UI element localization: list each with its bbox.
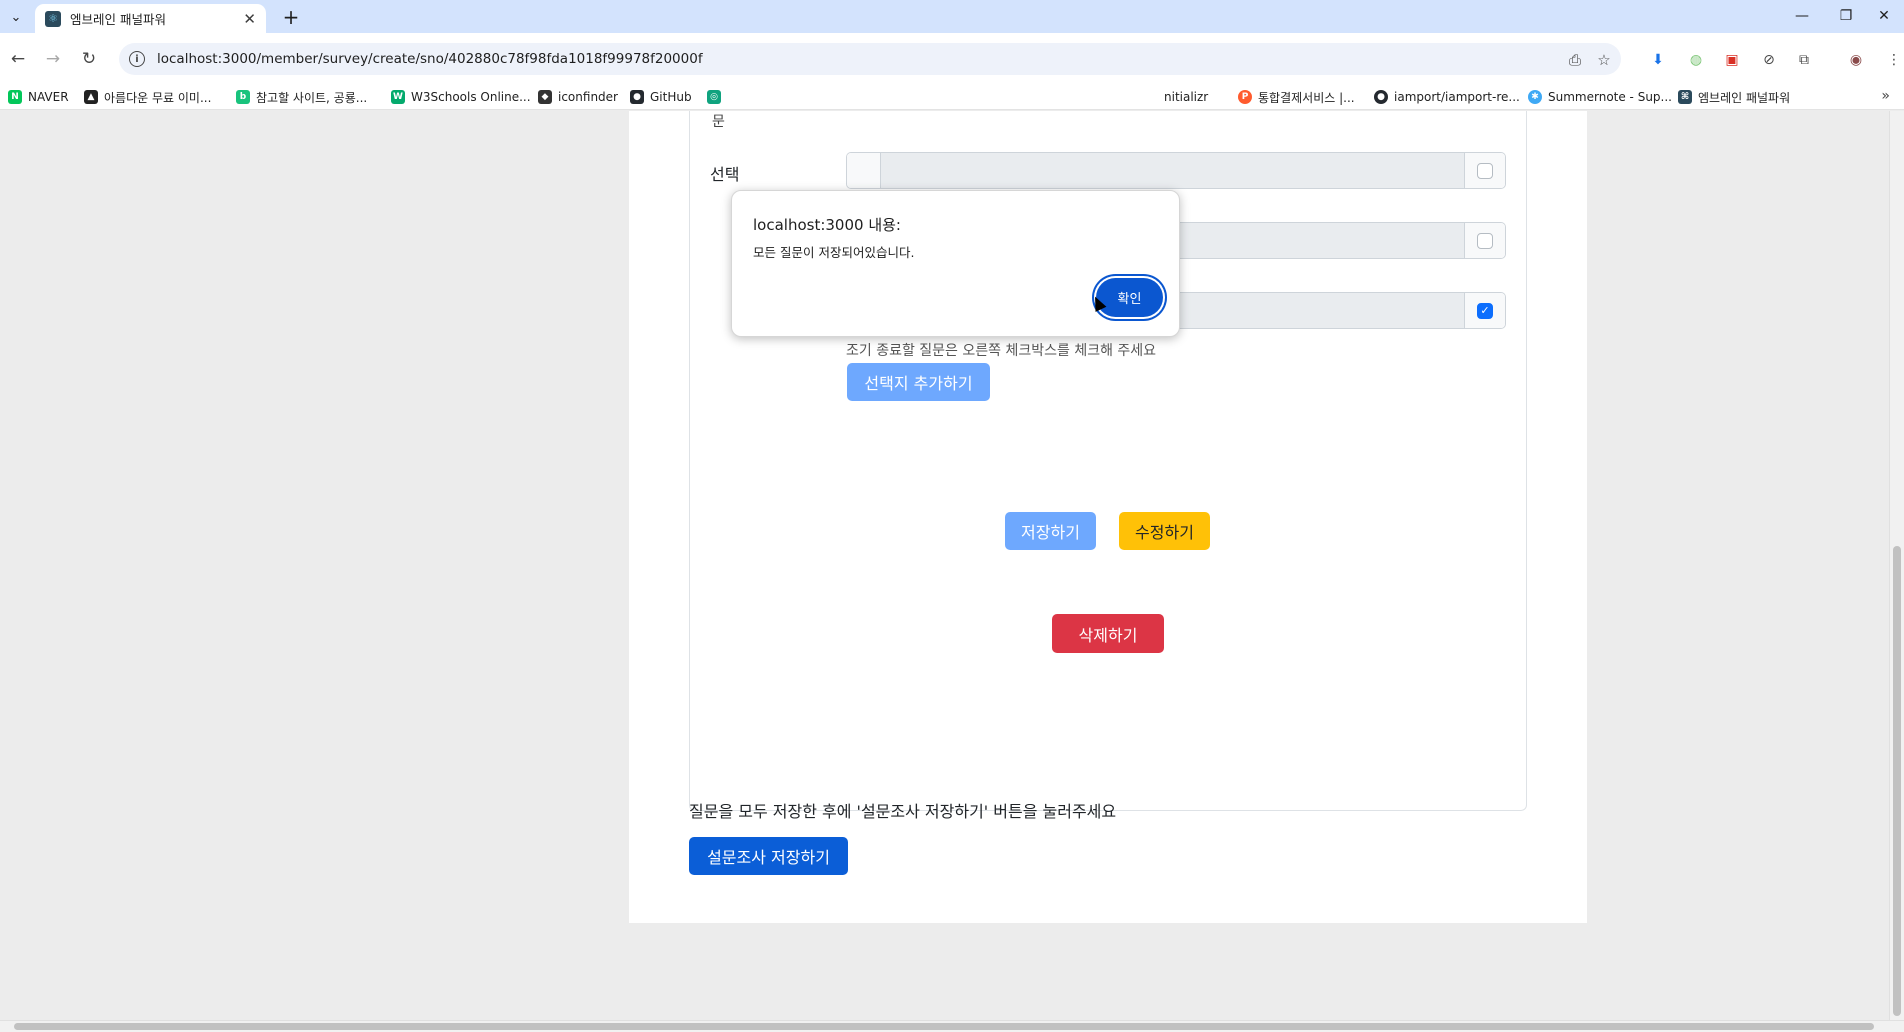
page-viewport: 문 선택 조기 종료할 질문은 오른쪽 체크박스를 체크해 주세요 2 배 조기… xyxy=(0,111,1904,1020)
extensions-puzzle-icon[interactable]: ⧉ xyxy=(1794,50,1814,70)
add-option-button[interactable]: 선택지 추가하기 xyxy=(847,363,990,401)
download-extension-icon[interactable]: ⬇ xyxy=(1648,50,1668,70)
new-tab-icon[interactable]: + xyxy=(279,5,303,29)
more-bookmarks-icon[interactable]: » xyxy=(1881,88,1890,104)
bookmark-item[interactable]: N NAVER xyxy=(8,88,69,106)
portone-icon: P xyxy=(1238,90,1252,104)
bookmark-item[interactable]: b 참고할 사이트, 공룡... xyxy=(236,88,367,106)
github-icon: ● xyxy=(630,90,644,104)
url-text: localhost:3000/member/survey/create/sno/… xyxy=(157,51,703,67)
site-favicon-icon: ⚛ xyxy=(45,10,61,27)
forward-icon[interactable]: → xyxy=(40,46,66,72)
bookmark-item[interactable]: ◆ iconfinder xyxy=(538,88,618,106)
bookmark-star-icon[interactable]: ☆ xyxy=(1594,50,1614,70)
w3schools-icon: W xyxy=(391,90,405,104)
tab-strip: ⌄ ⚛ 엠브레인 패널파워 ✕ + — ❐ ✕ xyxy=(0,0,1904,33)
extension-icon[interactable]: ◍ xyxy=(1686,50,1706,70)
iconfinder-icon: ◆ xyxy=(538,90,552,104)
delete-question-button[interactable]: 삭제하기 xyxy=(1052,614,1164,653)
bookmark-item[interactable]: ✱ Summernote - Sup... xyxy=(1528,88,1672,106)
bookmark-item[interactable]: nitializr xyxy=(1164,88,1208,106)
early-exit-checkbox[interactable] xyxy=(1477,162,1493,179)
close-tab-icon[interactable]: ✕ xyxy=(243,10,256,28)
horizontal-scroll-thumb[interactable] xyxy=(14,1023,1874,1030)
alert-dialog: localhost:3000 내용: 모든 질문이 저장되어있습니다. 확인 xyxy=(731,190,1180,337)
question-label-partial: 문 xyxy=(712,114,725,130)
option-hint: 조기 종료할 질문은 오른쪽 체크박스를 체크해 주세요 xyxy=(846,343,1157,359)
browser-toolbar: ← → ↻ i localhost:3000/member/survey/cre… xyxy=(0,33,1904,85)
vertical-scroll-thumb[interactable] xyxy=(1893,546,1901,1016)
early-exit-checkbox[interactable] xyxy=(1477,232,1493,249)
options-label: 선택 xyxy=(710,165,740,184)
horizontal-scrollbar[interactable] xyxy=(0,1020,1904,1032)
dialog-ok-button[interactable]: 확인 xyxy=(1096,278,1163,317)
install-app-icon[interactable]: ⎙ xyxy=(1565,50,1585,70)
close-window-icon[interactable]: ✕ xyxy=(1862,4,1904,28)
edit-question-button[interactable]: 수정하기 xyxy=(1119,512,1210,550)
bookmark-item[interactable]: ▲ 아름다운 무료 이미... xyxy=(84,88,211,106)
bookmark-item[interactable]: W W3Schools Online... xyxy=(391,88,531,106)
save-instruction-text: 질문을 모두 저장한 후에 '설문조사 저장하기' 버튼을 눌러주세요 xyxy=(689,802,1117,821)
browser-tab[interactable]: ⚛ 엠브레인 패널파워 ✕ xyxy=(35,4,266,33)
bookmark-item[interactable]: P 통합결제서비스 |... xyxy=(1238,88,1355,106)
github-icon: ● xyxy=(1374,90,1388,104)
option-input[interactable] xyxy=(881,153,1464,188)
profile-avatar-icon[interactable]: ◉ xyxy=(1846,50,1866,70)
unsplash-icon: ▲ xyxy=(84,90,98,104)
panelpower-icon: ⌘ xyxy=(1678,90,1692,104)
bookmark-item[interactable]: ● GitHub xyxy=(630,88,692,106)
menu-kebab-icon[interactable]: ⋮ xyxy=(1884,50,1904,70)
extension-block-icon[interactable]: ⊘ xyxy=(1759,50,1779,70)
minimize-icon[interactable]: — xyxy=(1780,4,1824,28)
bookmark-item[interactable]: ● iamport/iamport-re... xyxy=(1374,88,1520,106)
option-row xyxy=(846,152,1506,189)
tab-search-icon[interactable]: ⌄ xyxy=(4,5,28,29)
chatgpt-icon: ◎ xyxy=(707,90,721,104)
tab-title: 엠브레인 패널파워 xyxy=(70,12,166,27)
reload-icon[interactable]: ↻ xyxy=(76,46,102,72)
blog-icon: b xyxy=(236,90,250,104)
summernote-icon: ✱ xyxy=(1528,90,1542,104)
option-number xyxy=(847,153,881,188)
address-bar[interactable]: i localhost:3000/member/survey/create/sn… xyxy=(119,43,1621,75)
save-question-button[interactable]: 저장하기 xyxy=(1005,512,1096,550)
dialog-message: 모든 질문이 저장되어있습니다. xyxy=(753,245,915,260)
naver-icon: N xyxy=(8,90,22,104)
bookmarks-bar: N NAVER ▲ 아름다운 무료 이미... b 참고할 사이트, 공룡... WW… xyxy=(0,84,1904,110)
extension-red-icon[interactable]: ▣ xyxy=(1722,50,1742,70)
site-info-icon[interactable]: i xyxy=(129,51,145,67)
save-survey-button[interactable]: 설문조사 저장하기 xyxy=(689,837,848,875)
dialog-title: localhost:3000 내용: xyxy=(753,216,901,234)
early-exit-checkbox-checked[interactable]: ✓ xyxy=(1477,302,1493,319)
bookmark-item[interactable]: ⌘ 엠브레인 패널파워 xyxy=(1678,88,1790,106)
bookmark-item[interactable]: ◎ xyxy=(707,88,727,106)
back-icon[interactable]: ← xyxy=(5,46,31,72)
vertical-scrollbar[interactable] xyxy=(1889,111,1904,1020)
